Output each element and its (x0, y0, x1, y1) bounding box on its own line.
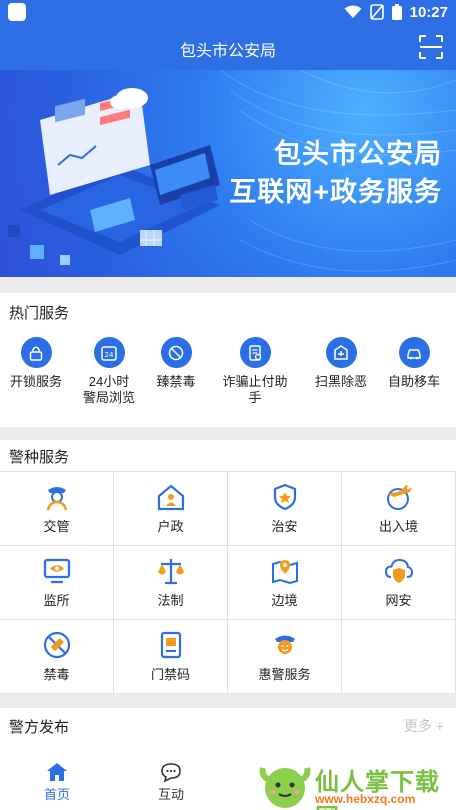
hot-services-section: 热门服务 开锁服务 24 24小时 警局浏览 臻禁毒 诈骗止付助手 扫黑除恶 自… (0, 293, 456, 427)
fraud-stop-icon (239, 337, 271, 368)
section-title: 热门服务 (9, 305, 70, 322)
hot-item-fraud[interactable]: 诈骗止付助手 (217, 337, 293, 406)
service-label: 禁毒 (43, 667, 70, 682)
police-release-section: 警方发布 更多 + (0, 708, 456, 752)
service-label: 交管 (43, 519, 70, 534)
tab-label: 互动 (157, 787, 184, 802)
service-label: 惠警服务 (258, 667, 311, 682)
badge-shield-icon (273, 483, 296, 511)
battery-icon (391, 4, 402, 20)
service-immigration[interactable]: 出入境 (342, 472, 456, 546)
scan-icon[interactable] (418, 34, 444, 60)
service-traffic[interactable]: 交管 (0, 472, 114, 546)
officer-icon (274, 635, 295, 654)
hot-item-label: 开锁服务 (9, 374, 62, 389)
service-public-security[interactable]: 治安 (228, 472, 342, 546)
tab-label: 首页 (43, 787, 70, 802)
service-border[interactable]: 边境 (228, 546, 342, 620)
hot-item-label: 诈骗止付助手 (222, 374, 288, 405)
map-pin-icon (271, 560, 298, 585)
scales-icon (157, 559, 184, 585)
hot-item-label: 臻禁毒 (156, 374, 196, 389)
service-label: 户政 (157, 519, 184, 534)
app-bar: 包头市公安局 (0, 25, 456, 70)
tab-home[interactable]: 首页 (17, 762, 97, 803)
service-label: 法制 (157, 593, 184, 608)
banner-title: 包头市公安局 (274, 139, 442, 169)
hot-item-24h[interactable]: 24 24小时 警局浏览 (71, 337, 147, 406)
lock-icon (20, 337, 52, 368)
wifi-icon (344, 5, 362, 18)
hot-item-anti-crime[interactable]: 扫黑除恶 (303, 337, 379, 390)
service-legal[interactable]: 法制 (114, 546, 228, 620)
service-police-benefits[interactable]: 惠警服务 (228, 620, 342, 694)
no-sim-icon (369, 4, 384, 20)
service-label: 门禁码 (150, 667, 190, 682)
empty-cell (342, 620, 456, 694)
service-narcotics[interactable]: 禁毒 (0, 620, 114, 694)
traffic-police-icon (46, 487, 67, 511)
service-label: 网安 (385, 593, 412, 608)
clock-24-icon: 24 (93, 337, 125, 368)
police-services-section: 警种服务 交管 户政 治安 出入境 监所 法制 边境 网安 禁毒 门禁码 惠警服… (0, 440, 456, 694)
cactus-logo-icon (259, 767, 311, 808)
status-icons: 10:27 (344, 3, 448, 21)
tab-interaction[interactable]: 互动 (131, 762, 211, 803)
service-label: 监所 (43, 593, 70, 608)
section-title: 警种服务 (9, 449, 70, 466)
hot-item-label: 扫黑除恶 (314, 374, 367, 389)
service-label: 出入境 (378, 519, 418, 534)
cloud-shield-icon (384, 558, 413, 583)
hot-item-label: 24小时 警局浏览 (82, 374, 135, 405)
monitor-eye-icon (43, 558, 70, 584)
section-title: 警方发布 (9, 719, 70, 736)
service-label: 治安 (271, 519, 298, 534)
hot-item-anti-drug[interactable]: 臻禁毒 (138, 337, 214, 390)
service-detention[interactable]: 监所 (0, 546, 114, 620)
clock: 10:27 (409, 3, 448, 21)
service-household[interactable]: 户政 (114, 472, 228, 546)
door-card-icon (160, 631, 181, 659)
banner[interactable]: 包头市公安局 互联网+政务服务 (0, 70, 456, 277)
anti-crime-icon (325, 337, 357, 368)
watermark-url: www.hebxzq.com (315, 792, 416, 806)
notification-icon (8, 3, 26, 21)
hot-item-unlock[interactable]: 开锁服务 (0, 337, 74, 390)
svg-text:24: 24 (105, 351, 114, 359)
car-move-icon (398, 337, 430, 368)
chat-icon (161, 763, 181, 782)
service-label: 边境 (271, 593, 298, 608)
service-cyber-security[interactable]: 网安 (342, 546, 456, 620)
no-syringe-icon (43, 631, 70, 659)
household-icon (157, 484, 184, 511)
police-services-grid: 交管 户政 治安 出入境 监所 法制 边境 网安 禁毒 门禁码 惠警服务 (0, 471, 456, 694)
no-drugs-icon (160, 337, 192, 368)
hot-item-label: 自助移车 (387, 374, 440, 389)
banner-subtitle: 互联网+政务服务 (229, 177, 442, 207)
status-bar: 10:27 (0, 0, 456, 25)
watermark: 仙人掌下载网 www.hebxzq.com (255, 752, 456, 810)
home-icon (47, 763, 67, 781)
page-title: 包头市公安局 (179, 43, 276, 60)
airplane-icon (386, 485, 412, 510)
more-link[interactable]: 更多 + (404, 716, 444, 736)
hot-item-move-car[interactable]: 自助移车 (376, 337, 452, 390)
service-access-code[interactable]: 门禁码 (114, 620, 228, 694)
